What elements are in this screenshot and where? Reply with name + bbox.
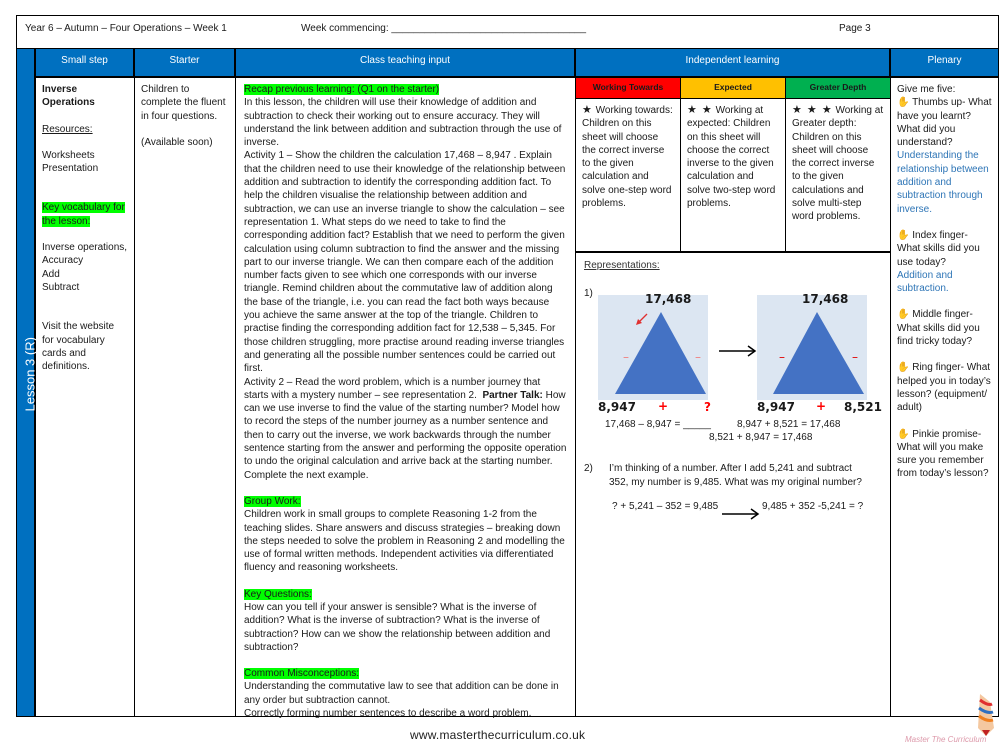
col-header-teaching: Class teaching input — [236, 49, 576, 78]
hand-icon: ✋ — [897, 229, 910, 241]
plenary-item: ✋ Index finger- What skills did you use … — [897, 229, 980, 268]
recap-label: Recap previous learning: (Q1 on the star… — [244, 84, 440, 95]
equation: 17,468 – 8,947 = _____ — [605, 419, 711, 430]
tier-label: Greater Depth — [786, 78, 890, 99]
representations-title: Representations: — [584, 260, 660, 271]
tier-label: Working Towards — [576, 78, 680, 99]
teaching-cell: Recap previous learning: (Q1 on the star… — [236, 78, 576, 719]
tier-expected: Expected ★ ★ Working at expected: Childr… — [681, 78, 786, 251]
vocab-item: Add — [42, 268, 60, 280]
hand-icon: ✋ — [897, 309, 910, 321]
plenary-intro: Give me five: — [897, 84, 956, 95]
rep1-number: 1) — [584, 288, 593, 299]
hand-icon: ✋ — [897, 428, 910, 440]
minus-sign: – — [623, 350, 629, 364]
tier-text: Working towards: Children on this sheet … — [582, 105, 673, 210]
activity-1: Activity 1 – Show the children the calcu… — [244, 150, 566, 375]
equation: ? + 5,241 – 352 = 9,485 — [612, 501, 719, 512]
triangle-right-value: 8,521 — [844, 400, 882, 414]
teaching-intro: In this lesson, the children will use th… — [244, 97, 562, 149]
page-header: Year 6 – Autumn – Four Operations – Week… — [16, 15, 999, 48]
page-number: Page 3 — [839, 23, 871, 34]
equation: 8,947 + 8,521 = 17,468 — [737, 419, 841, 430]
small-step-cell: Inverse Operations Resources: Worksheets… — [36, 78, 135, 716]
tier-text: Working at expected: Children on this sh… — [687, 105, 776, 210]
differentiation-tiers: Working Towards ★ Working towards: Child… — [576, 78, 890, 253]
plenary-cell: Give me five: ✋ Thumbs up- What have you… — [891, 78, 998, 716]
col-header-small-step: Small step — [36, 49, 135, 78]
col-header-independent: Independent learning — [576, 49, 891, 78]
vocab-item: Accuracy — [42, 255, 84, 267]
plenary-answer: Addition and subtraction. — [897, 269, 953, 295]
plenary-item: ✋ Thumbs up- What have you learnt? What … — [897, 97, 992, 149]
small-step-title: Inverse Operations — [42, 84, 95, 109]
plenary-item: ✋ Middle finger- What skills did you fin… — [897, 309, 980, 348]
tier-working-towards: Working Towards ★ Working towards: Child… — [576, 78, 681, 251]
plenary-item: ✋ Pinkie promise- What will you make sur… — [897, 428, 989, 480]
plenary-item: ✋ Ring finger- What helped you in today’… — [897, 362, 991, 414]
misconceptions-label: Common Misconceptions: — [244, 668, 360, 680]
pencil-logo-icon — [978, 694, 994, 736]
word-problem: I’m thinking of a number. After I add 5,… — [609, 463, 862, 488]
website-note: Visit the website for vocabulary cards a… — [42, 321, 115, 373]
right-arrow-icon — [719, 345, 757, 357]
plenary-answer: Understanding the relationship between a… — [897, 150, 989, 215]
tier-label: Expected — [681, 78, 785, 99]
misconception-item: Correctly forming number sentences to de… — [244, 708, 532, 720]
triangle-top-value: 17,468 — [645, 292, 692, 306]
col-header-plenary: Plenary — [891, 49, 998, 78]
inverse-triangle-right — [757, 295, 867, 400]
plus-sign: + — [658, 399, 669, 413]
resource-item: Worksheets — [42, 149, 95, 161]
hand-icon: ✋ — [897, 362, 910, 374]
partner-talk-label: Partner Talk: — [482, 389, 543, 401]
triangle-left-value: 8,947 — [598, 400, 636, 414]
key-questions-text: How can you tell if your answer is sensi… — [244, 601, 551, 653]
independent-cell: Working Towards ★ Working towards: Child… — [576, 78, 891, 716]
vocab-item: Subtract — [42, 281, 80, 293]
activity-2: Activity 2 – Read the word problem, whic… — [244, 376, 567, 481]
right-arrow-icon — [722, 508, 760, 520]
lesson-title: Year 6 – Autumn – Four Operations – Week… — [25, 23, 227, 34]
equation: 8,521 + 8,947 = 17,468 — [709, 432, 813, 443]
minus-sign: – — [852, 350, 858, 364]
triangle-shape — [773, 312, 864, 394]
group-work-label: Group Work: — [244, 495, 301, 507]
inverse-triangle-left — [598, 295, 708, 400]
misconception-item: Understanding the commutative law to see… — [244, 681, 559, 706]
vocab-item: Inverse operations, — [42, 242, 128, 254]
triangle-left-value: 8,947 — [757, 400, 795, 414]
starter-cell: Children to complete the fluent in four … — [135, 78, 236, 716]
week-commencing: Week commencing: _______________________… — [301, 23, 587, 34]
starter-note: (Available soon) — [141, 136, 213, 148]
footer-url[interactable]: www.masterthecurriculum.co.uk — [410, 728, 585, 742]
resource-item: Presentation — [42, 163, 99, 175]
group-work-text: Children work in small groups to complet… — [244, 509, 565, 574]
minus-sign: – — [695, 350, 701, 364]
star-icon: ★ ★ — [687, 104, 713, 116]
hand-icon: ✋ — [897, 97, 910, 109]
plus-sign: + — [816, 399, 827, 413]
tier-greater-depth: Greater Depth ★ ★ ★ Working at Greater d… — [786, 78, 890, 251]
star-icon: ★ — [582, 104, 593, 116]
equation: 9,485 + 352 -5,241 = ? — [762, 501, 864, 512]
col-header-starter: Starter — [135, 49, 236, 78]
lesson-side-strip: Lesson 3 (R) — [17, 49, 38, 716]
star-icon: ★ ★ ★ — [792, 104, 833, 116]
minus-sign: – — [779, 350, 785, 364]
missing-value: ? — [704, 400, 711, 414]
logo-text: Master The Curriculum — [905, 735, 987, 744]
starter-text: Children to complete the fluent in four … — [141, 84, 226, 122]
representations: Representations: 1) 17,468 – – 8,947 + ? — [576, 253, 890, 725]
key-questions-label: Key Questions: — [244, 588, 312, 600]
vocab-label: Key vocabulary for the lesson: — [42, 202, 125, 227]
resources-label: Resources: — [42, 123, 93, 135]
triangle-top-value: 17,468 — [802, 292, 849, 306]
lesson-plan-table: Lesson 3 (R) Small step Starter Class te… — [16, 48, 999, 719]
tier-text: Working at Greater depth: Children on th… — [792, 105, 884, 223]
rep2-number: 2) — [584, 463, 593, 474]
